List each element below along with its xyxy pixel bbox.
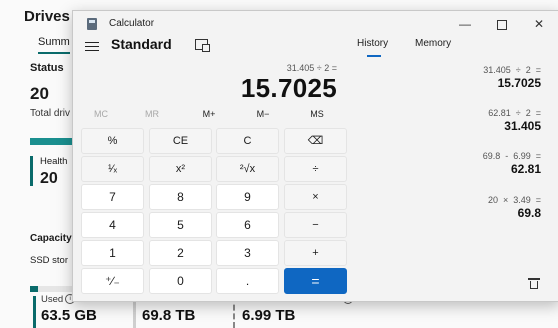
percent-button[interactable]: %: [81, 128, 144, 154]
add-button[interactable]: +: [284, 240, 347, 266]
digit-1-button[interactable]: 1: [81, 240, 144, 266]
digit-0-button[interactable]: 0: [149, 268, 212, 294]
health-label: Health: [40, 156, 68, 167]
memory-recall-button[interactable]: MR: [132, 109, 172, 119]
memory-clear-button[interactable]: MC: [81, 109, 121, 119]
tab-summary-underline: [38, 52, 70, 54]
title-bar[interactable]: Calculator — ✕: [73, 11, 558, 37]
calculator-window: Calculator — ✕ Standard 31.405 ÷ 2 = 15.…: [72, 10, 558, 302]
calculator-mode-title: Standard: [111, 36, 172, 52]
expression-display: 31.405 ÷ 2 =: [286, 63, 337, 73]
result-display: 15.7025: [240, 73, 337, 103]
maximize-button[interactable]: [490, 15, 514, 33]
clear-button[interactable]: C: [216, 128, 279, 154]
page-title: Drives: [24, 8, 70, 25]
digit-7-button[interactable]: 7: [81, 184, 144, 210]
keep-on-top-icon[interactable]: [195, 39, 210, 52]
history-result: 62.81: [510, 162, 541, 176]
reciprocal-button[interactable]: ¹⁄ₓ: [81, 156, 144, 182]
digit-8-button[interactable]: 8: [149, 184, 212, 210]
digit-6-button[interactable]: 6: [216, 212, 279, 238]
divide-button[interactable]: ÷: [284, 156, 347, 182]
digit-9-button[interactable]: 9: [216, 184, 279, 210]
memory-store-button[interactable]: MS: [297, 109, 337, 119]
health-accent-strip: [30, 156, 33, 186]
status-label: Status: [30, 62, 64, 74]
used-value: 63.5 GB: [41, 307, 97, 324]
history-item[interactable]: 62.81 ÷ 2 = 31.405: [488, 108, 541, 133]
clear-entry-button[interactable]: CE: [149, 128, 212, 154]
memory-add-button[interactable]: M+: [189, 109, 229, 119]
history-item[interactable]: 69.8 - 6.99 = 62.81: [483, 151, 541, 176]
digit-3-button[interactable]: 3: [216, 240, 279, 266]
maximize-icon: [497, 19, 507, 30]
history-result: 15.7025: [497, 76, 541, 90]
history-item[interactable]: 20 × 3.49 = 69.8: [488, 195, 541, 220]
subtract-button[interactable]: −: [284, 212, 347, 238]
backspace-button[interactable]: ⌫: [284, 128, 347, 154]
capacity-label: Capacity: [30, 233, 72, 244]
ssd-storage-label: SSD stor: [30, 255, 69, 266]
digit-2-button[interactable]: 2: [149, 240, 212, 266]
history-result: 31.405: [504, 119, 541, 133]
health-value: 20: [40, 170, 58, 187]
used-accent-strip: [33, 296, 36, 328]
digit-5-button[interactable]: 5: [149, 212, 212, 238]
history-expression: 69.8 - 6.99 =: [482, 151, 541, 161]
close-button[interactable]: ✕: [527, 15, 551, 33]
available-value: 69.8 TB: [142, 307, 196, 324]
square-button[interactable]: x²: [149, 156, 212, 182]
used-label: Used: [41, 294, 64, 305]
history-expression: 62.81 ÷ 2 =: [488, 108, 541, 118]
reserve-value: 6.99 TB: [242, 307, 296, 324]
tab-summary[interactable]: Summ: [38, 36, 70, 48]
equals-button[interactable]: =: [284, 268, 347, 294]
tab-memory[interactable]: Memory: [415, 38, 451, 49]
minimize-button[interactable]: —: [453, 15, 477, 33]
status-value: 20: [30, 84, 49, 103]
calculator-app-icon: [87, 18, 97, 30]
tab-history-underline: [367, 55, 381, 57]
tab-history[interactable]: History: [357, 38, 388, 49]
digit-4-button[interactable]: 4: [81, 212, 144, 238]
capacity-bar-used: [30, 286, 38, 292]
trash-icon[interactable]: [528, 278, 540, 290]
memory-button-row: MC MR M+ M− MS: [81, 109, 325, 125]
negate-button[interactable]: ⁺∕₋: [81, 268, 144, 294]
memory-subtract-button[interactable]: M−: [243, 109, 283, 119]
square-root-button[interactable]: ²√x: [216, 156, 279, 182]
history-expression: 20 × 3.49 =: [487, 195, 541, 205]
hamburger-menu-icon[interactable]: [85, 39, 99, 53]
history-item[interactable]: 31.405 ÷ 2 = 15.7025: [483, 65, 541, 90]
total-drives-label: Total driv: [30, 108, 71, 119]
window-title: Calculator: [109, 18, 155, 29]
multiply-button[interactable]: ×: [284, 184, 347, 210]
history-result: 69.8: [517, 206, 541, 220]
decimal-button[interactable]: .: [216, 268, 279, 294]
history-expression: 31.405 ÷ 2 =: [483, 65, 541, 75]
status-bar: [30, 138, 72, 145]
